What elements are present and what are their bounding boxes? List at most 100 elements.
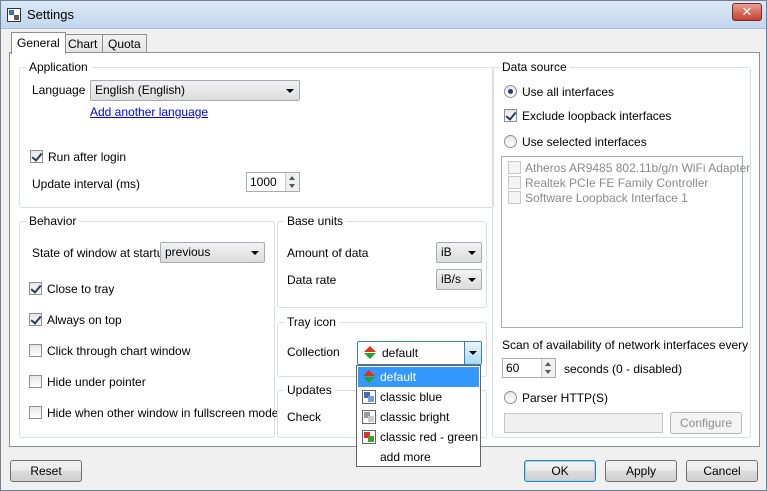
chevron-down-icon	[251, 251, 259, 255]
chevron-down-icon	[468, 251, 476, 255]
tab-general[interactable]: General	[11, 32, 66, 54]
hide-fullscreen-checkbox[interactable]	[29, 406, 42, 419]
scan-interval-stepper[interactable]: 60	[502, 358, 556, 378]
scan-interval-suffix: seconds (0 - disabled)	[564, 362, 683, 376]
collection-select-value: default	[382, 346, 419, 360]
interface-checkbox[interactable]	[508, 191, 521, 204]
option-label: classic red - green	[380, 430, 479, 444]
use-selected-interfaces-radio[interactable]	[504, 135, 517, 148]
data-source-group-title: Data source	[499, 60, 570, 74]
always-on-top-label: Always on top	[47, 313, 122, 327]
chevron-up-icon	[289, 176, 295, 180]
run-after-login-label: Run after login	[48, 150, 127, 164]
click-through-label: Click through chart window	[47, 344, 191, 358]
option-label: default	[380, 370, 417, 384]
list-item[interactable]: Realtek PCIe FE Family Controller	[508, 176, 708, 190]
title-bar[interactable]: Settings ✕	[1, 1, 766, 29]
window-title: Settings	[27, 7, 74, 22]
window-state-value: previous	[165, 245, 211, 259]
apply-button[interactable]: Apply	[605, 460, 677, 482]
interface-checkbox[interactable]	[508, 161, 521, 174]
collection-label: Collection	[287, 345, 340, 359]
chevron-down-icon	[289, 184, 295, 188]
window-state-select[interactable]: previous	[160, 242, 265, 263]
update-interval-value: 1000	[250, 175, 277, 189]
window-state-label: State of window at startup	[32, 246, 171, 260]
base-units-group-title: Base units	[284, 214, 347, 228]
chevron-up-icon	[545, 362, 551, 366]
stepper-buttons[interactable]	[541, 359, 555, 377]
close-to-tray-checkbox[interactable]	[29, 282, 42, 295]
chevron-down-icon	[468, 278, 476, 282]
collection-dropdown-button[interactable]	[464, 342, 481, 364]
hide-under-pointer-label: Hide under pointer	[47, 375, 146, 389]
monitor-blue-icon	[362, 390, 376, 404]
tray-icon-group-title: Tray icon	[284, 315, 339, 329]
collection-option-classic-blue[interactable]: classic blue	[358, 387, 479, 407]
option-label: classic bright	[380, 410, 450, 424]
click-through-checkbox[interactable]	[29, 344, 42, 357]
collection-option-add-more[interactable]: add more	[358, 447, 479, 467]
chevron-down-icon	[286, 89, 294, 93]
behavior-group-title: Behavior	[26, 214, 80, 228]
scan-interval-label: Scan of availability of network interfac…	[502, 338, 749, 352]
hide-fullscreen-label: Hide when other window in fullscreen mod…	[47, 406, 279, 420]
interface-checkbox[interactable]	[508, 176, 521, 189]
monitor-red-green-icon	[362, 430, 376, 444]
use-all-interfaces-label: Use all interfaces	[522, 85, 615, 99]
parser-https-radio[interactable]	[504, 391, 517, 404]
parser-path-input[interactable]	[504, 413, 663, 433]
parser-https-label: Parser HTTP(S)	[522, 391, 609, 405]
data-rate-label: Data rate	[287, 273, 337, 287]
interfaces-list[interactable]: Atheros AR9485 802.11b/g/n WiFi Adapter …	[501, 156, 750, 328]
update-interval-stepper[interactable]: 1000	[246, 172, 300, 192]
stepper-buttons[interactable]	[285, 173, 299, 191]
cancel-button[interactable]: Cancel	[686, 460, 758, 482]
add-language-link[interactable]: Add another language	[90, 105, 208, 119]
close-to-tray-label: Close to tray	[47, 282, 115, 296]
amount-of-data-select[interactable]: iB	[436, 242, 482, 263]
collection-option-default[interactable]: default	[358, 367, 479, 387]
list-item[interactable]: Software Loopback Interface 1	[508, 191, 688, 205]
amount-of-data-value: iB	[441, 245, 452, 259]
use-selected-interfaces-label: Use selected interfaces	[522, 135, 647, 149]
check-label: Check	[287, 410, 322, 424]
collection-option-classic-red-green[interactable]: classic red - green	[358, 427, 479, 447]
scan-interval-value: 60	[506, 361, 520, 375]
up-down-arrows-icon	[363, 346, 377, 360]
tab-quota[interactable]: Quota	[102, 34, 147, 53]
data-rate-value: iB/s	[441, 272, 462, 286]
list-item[interactable]: Atheros AR9485 802.11b/g/n WiFi Adapter	[508, 161, 750, 175]
update-interval-label: Update interval (ms)	[32, 177, 141, 191]
hide-under-pointer-checkbox[interactable]	[29, 375, 42, 388]
base-units-group: Base units	[277, 214, 487, 308]
monitor-bright-icon	[362, 410, 376, 424]
option-label: classic blue	[380, 390, 443, 404]
configure-button[interactable]: Configure	[670, 412, 742, 434]
collection-select[interactable]: default	[357, 341, 482, 365]
reset-button[interactable]: Reset	[10, 460, 82, 482]
language-select[interactable]: English (English)	[90, 80, 300, 101]
option-label: add more	[380, 450, 431, 464]
settings-window: Settings ✕ General Chart Quota Applicati…	[0, 0, 767, 491]
up-down-arrows-icon	[362, 370, 376, 384]
close-button[interactable]: ✕	[732, 3, 762, 21]
use-all-interfaces-radio[interactable]	[504, 85, 517, 98]
app-icon	[7, 8, 21, 22]
run-after-login-checkbox[interactable]	[30, 150, 43, 163]
interface-name: Atheros AR9485 802.11b/g/n WiFi Adapter	[525, 161, 751, 175]
collection-dropdown-list: default classic blue classic bright clas…	[356, 365, 481, 467]
data-rate-select[interactable]: iB/s	[436, 269, 482, 290]
exclude-loopback-checkbox[interactable]	[504, 109, 517, 122]
language-select-value: English (English)	[95, 83, 186, 97]
chevron-down-icon	[469, 351, 477, 355]
always-on-top-checkbox[interactable]	[29, 313, 42, 326]
ok-button[interactable]: OK	[524, 460, 596, 482]
amount-of-data-label: Amount of data	[287, 246, 369, 260]
chevron-down-icon	[545, 370, 551, 374]
interface-name: Software Loopback Interface 1	[525, 191, 688, 205]
tab-chart[interactable]: Chart	[62, 34, 104, 53]
updates-group-title: Updates	[284, 383, 335, 397]
collection-option-classic-bright[interactable]: classic bright	[358, 407, 479, 427]
close-icon: ✕	[741, 4, 753, 19]
